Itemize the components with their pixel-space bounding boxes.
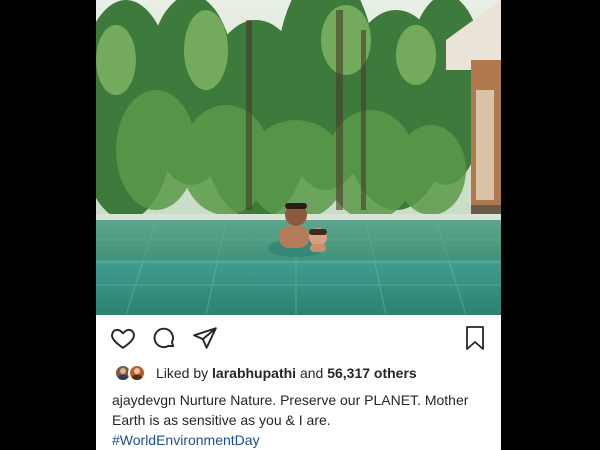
comment-button[interactable] (149, 323, 179, 353)
heart-icon (111, 328, 135, 349)
avatar-image (132, 368, 142, 380)
post-caption: ajaydevgn Nurture Nature. Preserve our P… (112, 390, 492, 450)
pool-forest-image (96, 0, 501, 315)
like-button[interactable] (108, 323, 138, 353)
comment-icon (153, 327, 175, 349)
caption-username[interactable]: ajaydevgn (112, 392, 176, 408)
liked-by-user-link[interactable]: larabhupathi (212, 365, 296, 381)
instagram-post: Liked by larabhupathi and 56,317 others … (96, 0, 501, 450)
liked-by-and: and (299, 365, 324, 381)
liked-by-others-link[interactable]: 56,317 others (327, 365, 417, 381)
action-bar (96, 315, 501, 363)
hashtag-link[interactable]: #WorldEnvironmentDay (112, 432, 260, 448)
avatar[interactable] (128, 364, 146, 382)
bookmark-icon (466, 326, 484, 350)
send-icon (193, 327, 217, 349)
liked-by-prefix: Liked by (156, 365, 209, 381)
post-photo[interactable] (96, 0, 501, 315)
save-button[interactable] (460, 323, 490, 353)
likes-row: Liked by larabhupathi and 56,317 others (96, 363, 501, 385)
share-button[interactable] (190, 323, 220, 353)
liked-by-text: Liked by larabhupathi and 56,317 others (156, 365, 417, 381)
